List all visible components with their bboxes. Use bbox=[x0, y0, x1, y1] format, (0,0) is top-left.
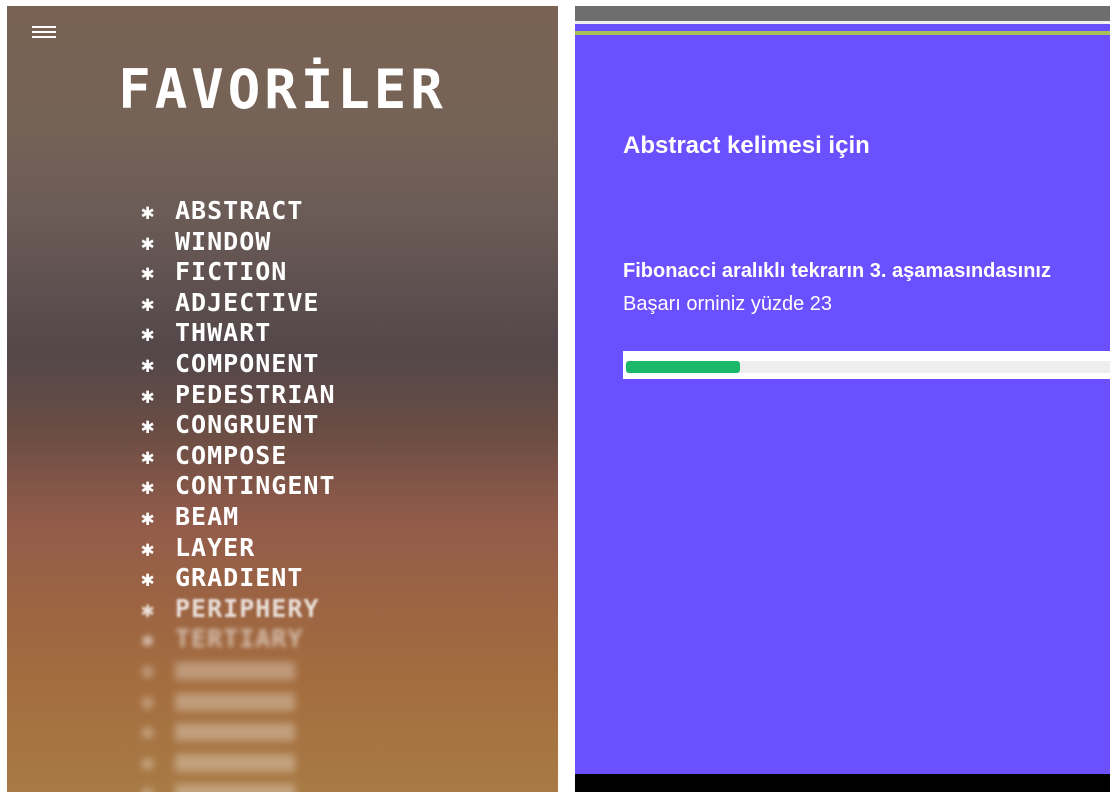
obscured-word-placeholder bbox=[175, 661, 295, 680]
top-divider-line bbox=[575, 21, 1110, 24]
success-progress-bar bbox=[623, 351, 1110, 379]
menu-line-3 bbox=[32, 36, 56, 38]
asterisk-icon: ✱ bbox=[141, 383, 156, 409]
asterisk-icon: ✱ bbox=[141, 597, 156, 623]
study-panel: Abstract kelimesi için Fibonacci aralıkl… bbox=[575, 6, 1110, 792]
favorite-word-item-obscured[interactable]: ✱ bbox=[141, 716, 336, 747]
favorite-word-item[interactable]: ✱ COMPONENT bbox=[141, 349, 336, 380]
asterisk-icon: ✱ bbox=[141, 567, 156, 593]
favorite-word-item[interactable]: ✱ WINDOW bbox=[141, 227, 336, 258]
favorite-word-item[interactable]: ✱ LAYER bbox=[141, 533, 336, 564]
favorite-word-item[interactable]: ✱ CONGRUENT bbox=[141, 410, 336, 441]
favorite-word-item[interactable]: ✱ CONTINGENT bbox=[141, 471, 336, 502]
asterisk-icon: ✱ bbox=[141, 414, 156, 440]
favorite-word-label: WINDOW bbox=[175, 226, 272, 256]
favorite-word-label: PERIPHERY bbox=[175, 593, 320, 623]
favorite-word-item-obscured[interactable]: ✱ bbox=[141, 777, 336, 792]
obscured-word-placeholder bbox=[175, 692, 295, 711]
favorite-word-label: ADJECTIVE bbox=[175, 287, 320, 317]
menu-line-2 bbox=[32, 31, 56, 33]
favorite-word-label: COMPOSE bbox=[175, 440, 288, 470]
favorite-word-item-obscured[interactable]: ✱ bbox=[141, 655, 336, 686]
top-accent-line bbox=[575, 31, 1110, 35]
favorite-word-item-obscured[interactable]: ✱ bbox=[141, 686, 336, 717]
favorite-word-item[interactable]: ✱ BEAM bbox=[141, 502, 336, 533]
obscured-word-placeholder bbox=[175, 784, 295, 792]
favorite-word-item[interactable]: ✱ THWART bbox=[141, 318, 336, 349]
asterisk-icon: ✱ bbox=[141, 779, 175, 792]
asterisk-icon: ✱ bbox=[141, 658, 156, 684]
favorite-word-label: COMPONENT bbox=[175, 348, 320, 378]
asterisk-icon: ✱ bbox=[141, 444, 156, 470]
favorites-word-list: ✱ ABSTRACT ✱ WINDOW ✱ FICTION ✱ ADJECTIVE ✱ THWAR… bbox=[141, 196, 336, 792]
asterisk-icon: ✱ bbox=[141, 230, 156, 256]
favorite-word-item[interactable]: ✱ FICTION bbox=[141, 257, 336, 288]
favorites-title: FAVORİLER bbox=[118, 58, 447, 121]
obscured-word-placeholder bbox=[175, 723, 295, 742]
asterisk-icon: ✱ bbox=[141, 291, 156, 317]
favorite-word-item[interactable]: ✱ TERTIARY bbox=[141, 624, 336, 655]
repetition-stage-text: Fibonacci aralıklı tekrarın 3. aşamasınd… bbox=[623, 260, 1051, 282]
asterisk-icon: ✱ bbox=[141, 352, 156, 378]
favorite-word-item[interactable]: ✱ COMPOSE bbox=[141, 441, 336, 472]
favorite-word-label: BEAM bbox=[175, 501, 240, 531]
favorite-word-label: LAYER bbox=[175, 532, 256, 562]
favorite-word-item[interactable]: ✱ GRADIENT bbox=[141, 563, 336, 594]
asterisk-icon: ✱ bbox=[141, 536, 156, 562]
progress-track-inner bbox=[626, 361, 1110, 373]
top-status-bar bbox=[575, 6, 1110, 21]
asterisk-icon: ✱ bbox=[141, 505, 156, 531]
favorite-word-item[interactable]: ✱ PERIPHERY bbox=[141, 594, 336, 625]
menu-line-1 bbox=[32, 26, 56, 28]
progress-fill bbox=[626, 361, 741, 373]
asterisk-icon: ✱ bbox=[141, 261, 156, 287]
word-card-title: Abstract kelimesi için bbox=[623, 132, 870, 159]
asterisk-icon: ✱ bbox=[141, 200, 156, 225]
asterisk-icon: ✱ bbox=[141, 322, 156, 348]
hamburger-menu-icon[interactable] bbox=[32, 26, 58, 40]
asterisk-icon: ✱ bbox=[141, 475, 156, 501]
favorite-word-label: GRADIENT bbox=[175, 563, 304, 593]
favorite-word-item-obscured[interactable]: ✱ bbox=[141, 747, 336, 778]
favorite-word-label: THWART bbox=[175, 318, 272, 348]
asterisk-icon: ✱ bbox=[141, 750, 156, 776]
favorite-word-item[interactable]: ✱ ADJECTIVE bbox=[141, 288, 336, 319]
favorite-word-label: PEDESTRIAN bbox=[175, 379, 336, 409]
favorite-word-label: CONGRUENT bbox=[175, 410, 320, 440]
success-rate-text: Başarı orniniz yüzde 23 bbox=[623, 293, 833, 315]
asterisk-icon: ✱ bbox=[141, 720, 156, 746]
obscured-word-placeholder bbox=[175, 753, 295, 772]
asterisk-icon: ✱ bbox=[141, 689, 156, 715]
favorite-word-label: ABSTRACT bbox=[175, 196, 304, 225]
favorite-word-label: CONTINGENT bbox=[175, 471, 336, 501]
bottom-nav-bar bbox=[575, 774, 1110, 792]
favorites-panel: FAVORİLER ✱ ABSTRACT ✱ WINDOW ✱ FICTION ✱ ADJEC… bbox=[7, 6, 558, 792]
favorite-word-item[interactable]: ✱ ABSTRACT bbox=[141, 196, 336, 227]
favorite-word-label: TERTIARY bbox=[175, 624, 304, 654]
favorite-word-label: FICTION bbox=[175, 257, 288, 287]
favorite-word-item[interactable]: ✱ PEDESTRIAN bbox=[141, 380, 336, 411]
asterisk-icon: ✱ bbox=[141, 628, 156, 654]
